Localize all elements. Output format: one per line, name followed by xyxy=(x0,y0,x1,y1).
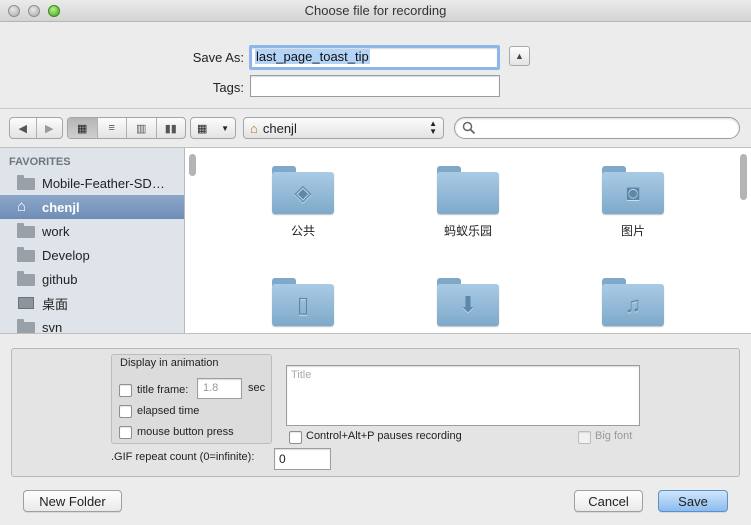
files-scrollbar[interactable] xyxy=(740,154,747,200)
file-item[interactable]: 蚂蚁乐园 xyxy=(408,166,528,239)
home-icon: ⌂ xyxy=(17,198,27,215)
file-item-label: 图片 xyxy=(620,224,645,238)
save-as-label: Save As: xyxy=(192,50,244,65)
view-mode-control: ▦ ≡ ▥ ▮▮ xyxy=(67,117,186,139)
file-item[interactable]: ♫ xyxy=(573,278,693,333)
folder-icon xyxy=(17,247,35,262)
gif-repeat-input[interactable]: 0 xyxy=(274,448,331,470)
file-browser: FAVORITES Mobile-Feather-SD… ⌂ chenjl wo… xyxy=(0,147,751,334)
folder-icon xyxy=(17,223,35,238)
sidebar-item-label: github xyxy=(42,271,78,287)
column-view-button[interactable]: ▥ xyxy=(127,118,157,138)
column-view-icon: ▥ xyxy=(136,122,147,135)
title-bar: Choose file for recording xyxy=(0,0,751,22)
home-icon: ⌂ xyxy=(250,120,258,136)
list-view-icon: ≡ xyxy=(108,122,115,134)
filename-text: last_page_toast_tip xyxy=(255,49,370,64)
location-label: chenjl xyxy=(262,120,297,136)
back-button[interactable]: ◀ xyxy=(10,118,37,138)
sec-label: sec xyxy=(248,382,266,394)
sidebar-item-label: Develop xyxy=(42,247,90,263)
file-item[interactable]: ◈ 公共 xyxy=(243,166,363,239)
display-group-title: Display in animation xyxy=(120,357,219,369)
sidebar-item-label: work xyxy=(42,223,70,239)
sidebar: FAVORITES Mobile-Feather-SD… ⌂ chenjl wo… xyxy=(0,148,185,334)
downloads-folder-icon: ⬇ xyxy=(437,278,499,326)
triangle-up-icon: ▲ xyxy=(515,51,524,61)
big-font-checkbox[interactable] xyxy=(578,431,591,444)
title-textarea[interactable]: Title xyxy=(286,365,640,426)
sidebar-item-desktop[interactable]: 桌面 xyxy=(0,291,184,315)
file-item[interactable]: ⬇ xyxy=(408,278,528,333)
chevron-down-icon: ▼ xyxy=(221,123,229,133)
save-button[interactable]: Save xyxy=(658,490,728,512)
pictures-folder-icon: ◙ xyxy=(602,166,664,214)
arrange-menu-button[interactable]: ▦ ▼ xyxy=(190,117,236,139)
title-frame-label: title frame: xyxy=(137,384,189,396)
desktop-icon xyxy=(17,296,35,310)
tags-label: Tags: xyxy=(212,80,244,95)
music-folder-icon: ♫ xyxy=(602,278,664,326)
toolbar-separator xyxy=(0,108,751,109)
arrange-grid-icon: ▦ xyxy=(197,122,208,135)
sidebar-item-label: 桌面 xyxy=(42,296,69,312)
coverflow-view-button[interactable]: ▮▮ xyxy=(157,118,186,138)
updown-chevron-icon: ▲ ▼ xyxy=(429,119,437,136)
folder-icon xyxy=(437,166,499,214)
gif-repeat-label: .GIF repeat count (0=infinite): xyxy=(111,451,255,463)
folder-icon xyxy=(17,271,35,286)
file-item[interactable]: ▯ xyxy=(243,278,363,333)
search-field[interactable] xyxy=(454,117,740,139)
public-folder-icon: ◈ xyxy=(272,166,334,214)
sidebar-item-label: Mobile-Feather-SD… xyxy=(42,175,165,191)
back-forward-control: ◀ ▶ xyxy=(9,117,63,139)
documents-folder-icon: ▯ xyxy=(272,278,334,326)
sidebar-item-mobile-feather[interactable]: Mobile-Feather-SD… xyxy=(0,171,184,195)
file-item-label: 公共 xyxy=(290,224,315,238)
list-view-button[interactable]: ≡ xyxy=(98,118,127,138)
elapsed-time-label: elapsed time xyxy=(137,405,200,417)
icon-view-icon: ▦ xyxy=(77,122,88,135)
forward-arrow-icon: ▶ xyxy=(45,122,54,135)
collapse-browser-button[interactable]: ▲ xyxy=(509,46,530,66)
coverflow-view-icon: ▮▮ xyxy=(164,122,177,135)
mouse-press-label: mouse button press xyxy=(137,426,234,438)
sidebar-item-label: chenjl xyxy=(42,199,80,215)
forward-button[interactable]: ▶ xyxy=(37,118,63,138)
title-frame-seconds-input[interactable]: 1.8 xyxy=(197,378,242,399)
folder-icon xyxy=(17,319,35,333)
sidebar-item-svn[interactable]: svn xyxy=(0,315,184,334)
location-popup[interactable]: ⌂ chenjl ▲ ▼ xyxy=(243,117,444,139)
sidebar-item-chenjl[interactable]: ⌂ chenjl xyxy=(0,195,184,219)
filename-input[interactable]: last_page_toast_tip xyxy=(249,45,500,70)
search-icon xyxy=(462,121,476,135)
icon-view-button[interactable]: ▦ xyxy=(68,118,98,138)
sidebar-item-develop[interactable]: Develop xyxy=(0,243,184,267)
sidebar-item-work[interactable]: work xyxy=(0,219,184,243)
folder-icon xyxy=(17,175,35,190)
mouse-press-checkbox[interactable] xyxy=(119,426,132,439)
tags-input[interactable] xyxy=(250,75,500,97)
sidebar-scrollbar-thumb[interactable] xyxy=(189,154,196,176)
pause-hotkey-checkbox[interactable] xyxy=(289,431,302,444)
window-title: Choose file for recording xyxy=(304,3,447,18)
sidebar-heading: FAVORITES xyxy=(9,156,71,168)
pause-hotkey-label: Control+Alt+P pauses recording xyxy=(306,430,462,442)
elapsed-time-checkbox[interactable] xyxy=(119,405,132,418)
file-item[interactable]: ◙ 图片 xyxy=(573,166,693,239)
file-item-label: 蚂蚁乐园 xyxy=(443,224,492,238)
sidebar-item-github[interactable]: github xyxy=(0,267,184,291)
sidebar-item-label: svn xyxy=(42,319,63,334)
cancel-button[interactable]: Cancel xyxy=(574,490,643,512)
title-frame-checkbox[interactable] xyxy=(119,384,132,397)
big-font-label: Big font xyxy=(595,430,633,442)
back-arrow-icon: ◀ xyxy=(18,122,27,135)
new-folder-button[interactable]: New Folder xyxy=(23,490,122,512)
